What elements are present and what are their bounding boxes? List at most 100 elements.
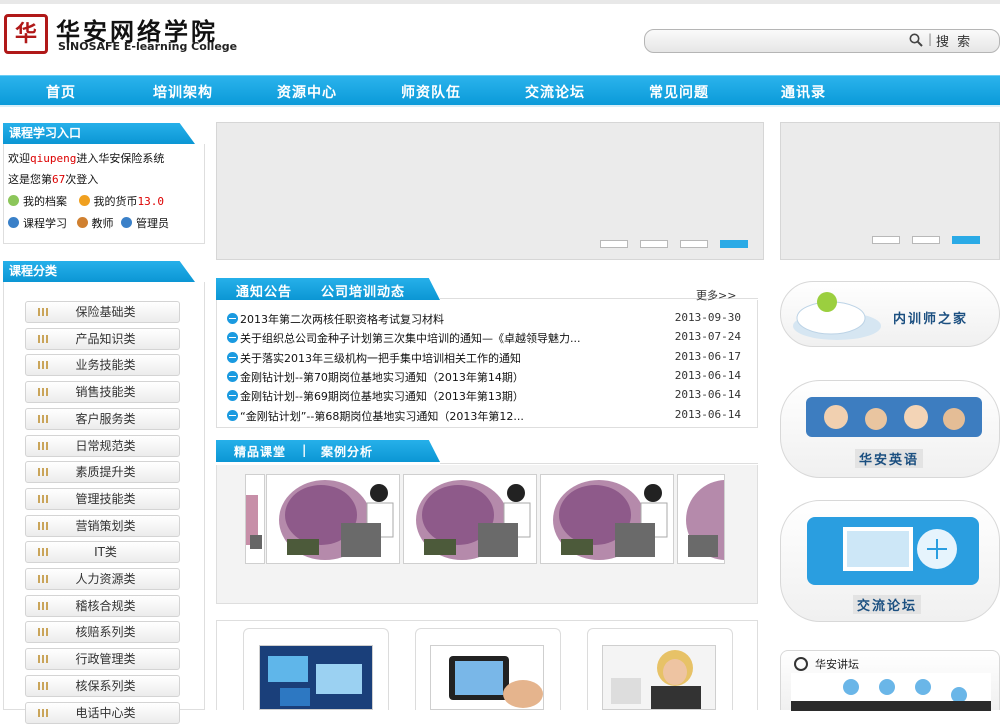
banner-dot-4[interactable] <box>720 240 748 248</box>
forum-card[interactable]: 交流论坛 <box>780 500 1000 622</box>
notice-title[interactable]: 金刚钻计划--第70期岗位基地实习通知（2013年第14期） <box>240 369 524 385</box>
category-label: 行政管理类 <box>75 652 136 667</box>
trainer-home-label: 内训师之家 <box>893 312 969 327</box>
forum-image <box>807 517 979 585</box>
course-thumb-partial-right[interactable] <box>677 474 725 564</box>
category-label: IT类 <box>94 545 117 560</box>
category-label: 核保系列类 <box>75 678 136 693</box>
nav-item-forum[interactable]: 交流论坛 <box>525 82 585 102</box>
course-thumb-1[interactable] <box>266 474 400 564</box>
category-item[interactable]: 营销策划类 <box>25 514 180 537</box>
category-item[interactable]: 核赔系列类 <box>25 621 180 644</box>
category-item[interactable]: 核保系列类 <box>25 674 180 697</box>
category-label: 销售技能类 <box>75 385 136 400</box>
my-profile-link[interactable]: 我的档案 <box>8 195 67 208</box>
notice-row[interactable]: 金刚钻计划--第70期岗位基地实习通知（2013年第14期） 2013-06-14 <box>227 368 747 386</box>
notice-row[interactable]: 关于组织总公司金种子计划第三次集中培训的通知—《卓越领导魅力... 2013-07… <box>227 329 747 347</box>
bullet-icon <box>227 332 238 344</box>
lecture-card[interactable]: 华安讲坛 <box>780 650 1000 711</box>
course-thumb-3[interactable] <box>540 474 674 564</box>
notice-title[interactable]: 关于组织总公司金种子计划第三次集中培训的通知—《卓越领导魅力... <box>240 330 581 346</box>
feature-image-1[interactable] <box>259 645 373 710</box>
notice-row[interactable]: 2013年第二次两核任职资格考试复习材料 2013-09-30 <box>227 310 747 328</box>
notice-title[interactable]: 2013年第二次两核任职资格考试复习材料 <box>240 311 444 327</box>
category-label: 人力资源类 <box>75 572 136 586</box>
logo[interactable]: 华 <box>4 14 48 54</box>
category-item[interactable]: 行政管理类 <box>25 648 180 671</box>
category-label: 素质提升类 <box>75 465 136 480</box>
teacher-link[interactable]: 教师 <box>76 217 114 230</box>
course-thumb-image <box>541 475 673 563</box>
course-thumb-2[interactable] <box>403 474 537 564</box>
category-item[interactable]: 稽核合规类 <box>25 594 180 617</box>
banner-dot-2[interactable] <box>640 240 668 248</box>
notice-row[interactable]: 金刚钻计划--第69期岗位基地实习通知（2013年第13期） 2013-06-14 <box>227 387 747 405</box>
trainer-home-image <box>793 292 881 340</box>
nav-item-training[interactable]: 培训架构 <box>153 82 213 102</box>
course-study-link[interactable]: 课程学习 <box>8 217 67 230</box>
category-label: 管理技能类 <box>75 491 136 506</box>
category-item[interactable]: 电话中心类 <box>25 701 180 724</box>
bullet-icon <box>227 351 238 363</box>
profile-icon <box>8 195 19 206</box>
course-tab-underline <box>440 463 758 464</box>
lecture-image <box>791 673 991 711</box>
nav-item-contacts[interactable]: 通讯录 <box>781 82 826 102</box>
nav-item-faq[interactable]: 常见问题 <box>649 82 709 102</box>
feature-image-3[interactable] <box>602 645 716 710</box>
english-image <box>806 397 982 437</box>
course-thumb-partial-left[interactable] <box>245 474 265 564</box>
role-links: 课程学习 教师 管理员 <box>8 215 169 231</box>
category-item[interactable]: 人力资源类 <box>25 568 180 590</box>
tab-separator: | <box>302 443 308 457</box>
category-item[interactable]: 管理技能类 <box>25 487 180 510</box>
profile-links: 我的档案 我的货币13.0 <box>8 193 164 209</box>
category-item[interactable]: IT类 <box>25 541 180 564</box>
notice-date: 2013-06-17 <box>674 349 741 363</box>
bullet-icon <box>227 390 238 402</box>
tab-premium-courses[interactable]: 精品课堂 <box>234 443 286 460</box>
right-banner-dot-2[interactable] <box>912 236 940 244</box>
right-banner-dot-3[interactable] <box>952 236 980 244</box>
course-tabbar: 精品课堂 | 案例分析 <box>216 440 440 462</box>
banner-dot-3[interactable] <box>680 240 708 248</box>
category-label: 产品知识类 <box>75 331 136 346</box>
category-item[interactable]: 销售技能类 <box>25 381 180 404</box>
tab-case-analysis[interactable]: 案例分析 <box>321 443 373 460</box>
my-currency-link[interactable]: 我的货币13.0 <box>78 195 164 208</box>
category-label: 业务技能类 <box>75 358 136 373</box>
admin-link[interactable]: 管理员 <box>121 217 169 230</box>
category-item[interactable]: 业务技能类 <box>25 354 180 377</box>
nav-item-resources[interactable]: 资源中心 <box>277 82 337 102</box>
english-label: 华安英语 <box>855 449 924 468</box>
category-item[interactable]: 产品知识类 <box>25 327 180 350</box>
tab-notices[interactable]: 通知公告 <box>236 281 292 300</box>
right-banner-dot-1[interactable] <box>872 236 900 244</box>
notice-row[interactable]: “金刚钻计划”--第68期岗位基地实习通知（2013年第12... 2013-06… <box>227 407 747 425</box>
notice-date: 2013-09-30 <box>674 311 741 324</box>
category-item[interactable]: 素质提升类 <box>25 461 180 484</box>
notice-row[interactable]: 关于落实2013年三级机构一把手集中培训相关工作的通知 2013-06-17 <box>227 349 747 367</box>
bullet-icon <box>227 409 238 421</box>
nav-item-teachers[interactable]: 师资队伍 <box>401 82 461 102</box>
notice-title[interactable]: 金刚钻计划--第69期岗位基地实习通知（2013年第13期） <box>240 388 524 404</box>
top-strip <box>0 0 1000 4</box>
visit-count-text: 这是您第67次登入 <box>8 173 99 186</box>
english-card[interactable]: 华安英语 <box>780 380 1000 478</box>
nav-item-home[interactable]: 首页 <box>46 82 76 102</box>
banner-dot-1[interactable] <box>600 240 628 248</box>
tab-company-training[interactable]: 公司培训动态 <box>321 281 405 300</box>
search-icon[interactable] <box>909 33 923 47</box>
search-button[interactable]: 搜 索 <box>936 31 972 50</box>
notice-title[interactable]: 关于落实2013年三级机构一把手集中培训相关工作的通知 <box>240 350 521 366</box>
category-item[interactable]: 客户服务类 <box>25 407 180 430</box>
category-item[interactable]: 日常规范类 <box>25 434 180 457</box>
category-panel-heading: 课程分类 <box>3 261 195 282</box>
feature-image-2[interactable] <box>430 645 544 710</box>
category-item[interactable]: 保险基础类 <box>25 301 180 323</box>
category-label: 电话中心类 <box>75 705 136 720</box>
category-label: 稽核合规类 <box>75 598 136 613</box>
trainer-home-card[interactable]: 内训师之家 <box>780 281 1000 347</box>
category-label: 营销策划类 <box>75 518 136 533</box>
notice-title[interactable]: “金刚钻计划”--第68期岗位基地实习通知（2013年第12... <box>240 408 524 424</box>
